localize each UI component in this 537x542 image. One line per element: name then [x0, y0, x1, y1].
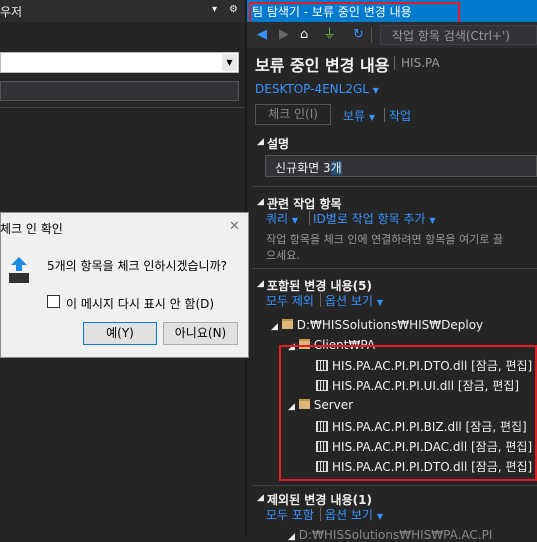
link-divider: [320, 293, 321, 307]
title-divider: [394, 56, 395, 70]
section-divider: [252, 485, 537, 486]
dont-show-checkbox[interactable]: [47, 295, 60, 308]
excluded-view-options-link[interactable]: 옵션 보기 ▼: [325, 506, 383, 523]
add-by-id-link[interactable]: ID별로 작업 항목 추가 ▼: [313, 210, 436, 227]
dialog-title: 체크 인 확인: [0, 222, 63, 236]
query-link[interactable]: 쿼리 ▼: [266, 210, 298, 227]
view-options-label: 옵션 보기: [325, 294, 373, 308]
dialog-message: 5개의 항목을 체크 인하시겠습니까?: [47, 259, 228, 273]
divider: [0, 107, 245, 108]
query-link-label: 쿼리: [266, 212, 289, 226]
pin-dropdown-icon[interactable]: ▾: [212, 4, 217, 15]
chevron-down-icon: ▼: [376, 512, 383, 521]
related-help-text: 작업 항목을 체크 인에 연결하려면 항목을 여기로 끌: [266, 233, 503, 246]
toolbar-divider: [371, 27, 372, 43]
chevron-down-icon: ▼: [291, 216, 299, 225]
description-text: 신규화면 3: [275, 161, 331, 175]
search-placeholder: 작업 항목 검색(Ctrl+'): [392, 29, 510, 43]
chevron-down-icon: ▼: [372, 86, 379, 95]
excluded-path-label: D:₩HISSolutions₩HIS₩PA.AC.PI: [298, 528, 493, 542]
gear-icon[interactable]: ⚙: [229, 4, 238, 15]
collapse-triangle-icon[interactable]: ◢: [257, 197, 264, 207]
left-pane-title: 우저: [0, 5, 23, 19]
connection-name: DESKTOP-4ENL2GL: [255, 82, 369, 96]
checkin-arrow-icon: [9, 257, 29, 283]
dont-show-label[interactable]: 이 메시지 다시 표시 안 함(D): [66, 295, 214, 312]
view-options-link[interactable]: 옵션 보기 ▼: [325, 292, 383, 309]
back-icon[interactable]: ◀: [257, 27, 267, 43]
home-icon[interactable]: ⌂: [300, 27, 308, 43]
left-pane-title-bar: [0, 0, 245, 22]
files-highlight-box: [279, 345, 537, 481]
expand-triangle-icon[interactable]: ◢: [288, 532, 295, 542]
hold-link[interactable]: 보류 ▼: [343, 107, 375, 124]
include-all-link[interactable]: 모두 포함: [266, 506, 314, 523]
no-button[interactable]: 아니요(N): [163, 322, 238, 345]
link-divider: [320, 507, 321, 521]
link-divider: [309, 211, 310, 225]
excluded-tree-item[interactable]: ◢ D:₩HISSolutions₩HIS₩PA.AC.PI: [288, 528, 492, 542]
chevron-down-icon: ▼: [376, 298, 383, 307]
chevron-down-icon[interactable]: ▼: [222, 54, 237, 71]
close-icon[interactable]: ✕: [229, 219, 240, 234]
chevron-down-icon: ▼: [429, 216, 436, 225]
checkin-button[interactable]: 체크 인(I): [255, 104, 331, 125]
description-selection: 개: [330, 161, 342, 175]
yes-button[interactable]: 예(Y): [83, 322, 157, 345]
section-divider: [252, 268, 537, 269]
hold-link-label: 보류: [343, 109, 366, 123]
left-combo-box[interactable]: ▼: [0, 52, 239, 73]
link-divider: [384, 108, 385, 122]
page-title: 보류 중인 변경 내용: [255, 56, 390, 75]
related-help-text-2: 으세요.: [266, 249, 300, 262]
add-by-id-label: ID별로 작업 항목 추가: [313, 212, 426, 226]
view-options-label: 옵션 보기: [325, 508, 373, 522]
description-header[interactable]: 설명: [267, 135, 289, 152]
work-link[interactable]: 작업: [389, 107, 411, 124]
folder-icon: [281, 319, 293, 329]
expand-triangle-icon[interactable]: ◢: [271, 322, 278, 332]
exclude-all-link[interactable]: 모두 제외: [266, 292, 314, 309]
section-divider: [252, 186, 537, 187]
description-value: 신규화면 3개: [275, 159, 342, 176]
forward-icon[interactable]: ▶: [279, 27, 289, 43]
page-subtitle: HIS.PA: [401, 56, 440, 70]
refresh-icon[interactable]: ↻: [353, 27, 364, 43]
collapse-triangle-icon[interactable]: ◢: [257, 137, 264, 147]
plug-icon[interactable]: ⏚: [323, 27, 336, 43]
root-path-label: D:₩HISSolutions₩HIS₩Deploy: [296, 318, 484, 332]
collapse-triangle-icon[interactable]: ◢: [257, 493, 264, 503]
collapse-triangle-icon[interactable]: ◢: [257, 279, 264, 289]
tree-item-root[interactable]: ◢ D:₩HISSolutions₩HIS₩Deploy: [271, 318, 483, 332]
connection-link[interactable]: DESKTOP-4ENL2GL ▼: [255, 82, 379, 96]
left-field[interactable]: [0, 81, 239, 101]
chevron-down-icon: ▼: [368, 113, 376, 122]
